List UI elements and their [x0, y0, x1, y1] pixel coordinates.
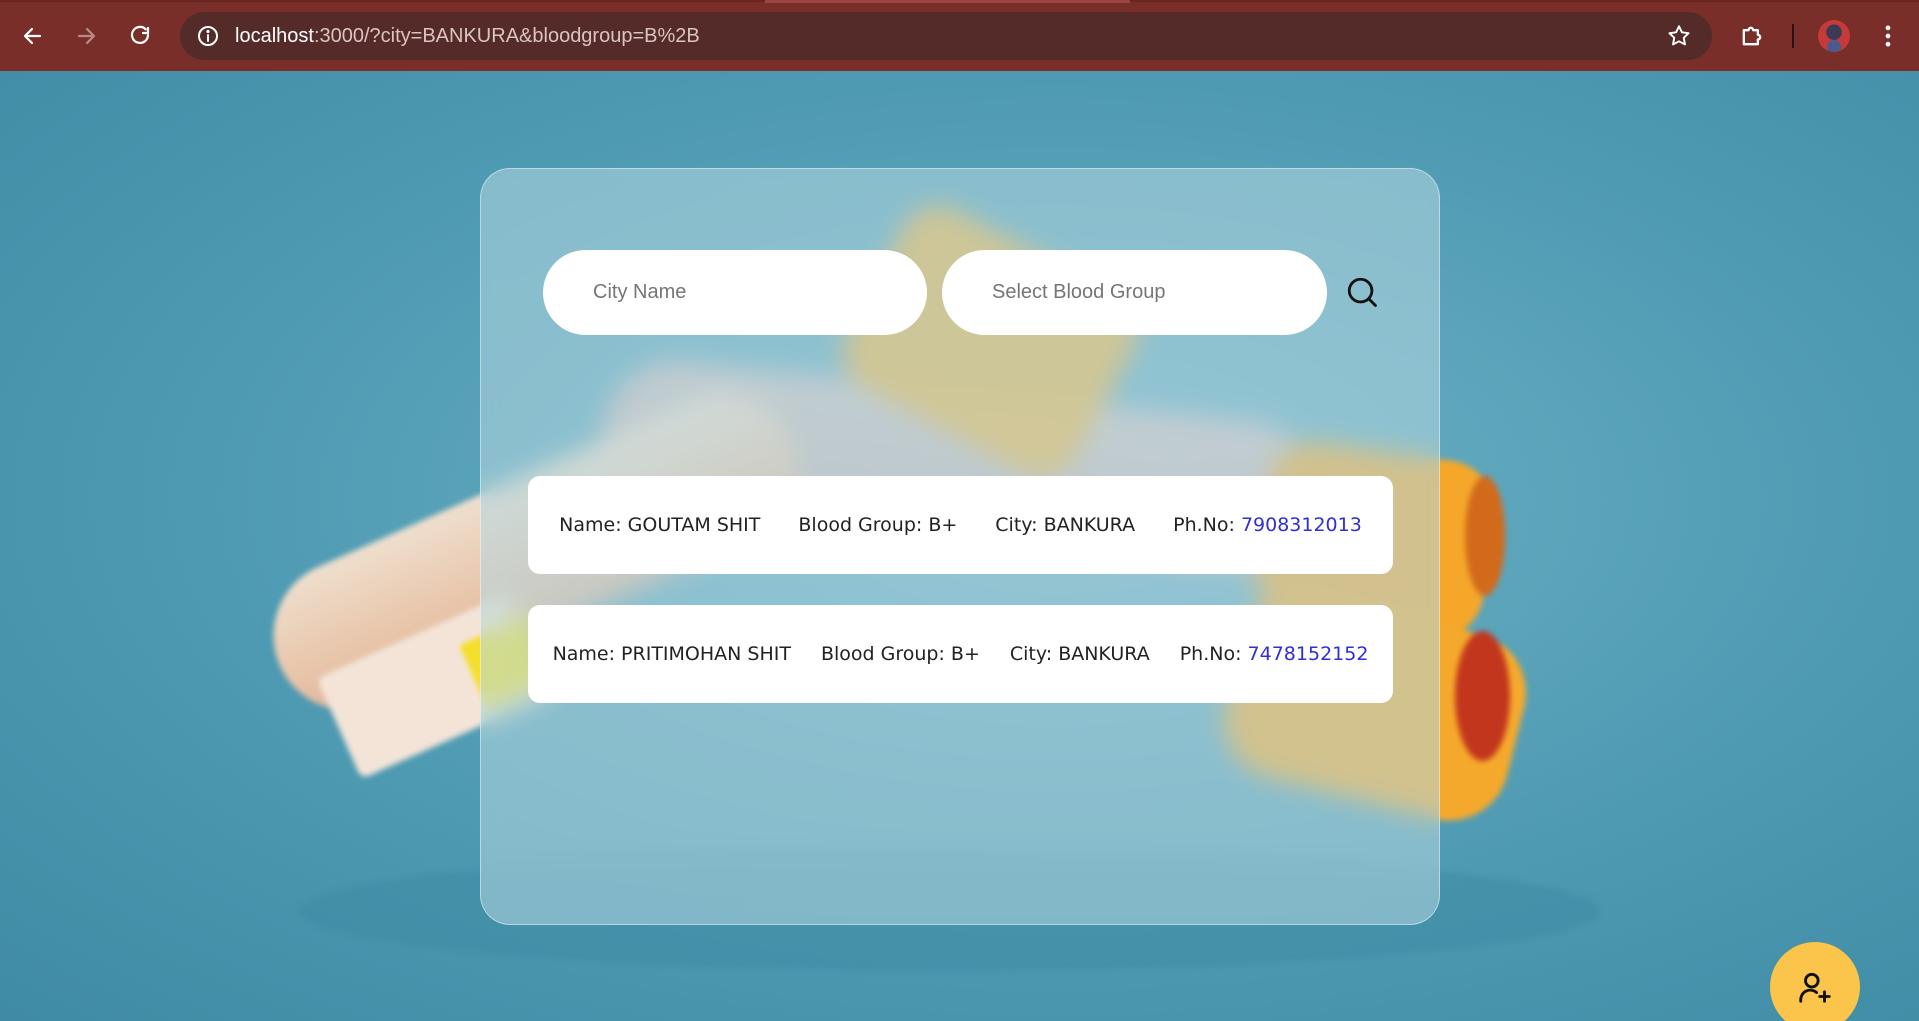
forward-button[interactable] — [68, 18, 104, 54]
search-panel: Select Blood Group Name: GOUTAM SHIT Blo… — [480, 168, 1440, 925]
blood-group-placeholder: Select Blood Group — [992, 281, 1166, 303]
donor-phone: Ph.No: 7908312013 — [1173, 514, 1362, 536]
url-host: localhost — [235, 25, 314, 47]
profile-avatar[interactable] — [1818, 20, 1850, 52]
toolbar-divider — [1792, 24, 1794, 48]
phone-link[interactable]: 7908312013 — [1241, 514, 1362, 536]
active-tab-indicator — [765, 0, 1130, 3]
blood-group-select[interactable]: Select Blood Group — [942, 250, 1327, 335]
browser-toolbar: localhost:3000/?city=BANKURA&bloodgroup=… — [0, 0, 1919, 71]
donor-phone: Ph.No: 7478152152 — [1180, 643, 1369, 665]
back-button[interactable] — [15, 18, 51, 54]
donor-name: Name: PRITIMOHAN SHIT — [552, 643, 791, 665]
puzzle-icon[interactable] — [1738, 22, 1766, 50]
url-path: :3000/?city=BANKURA&bloodgroup=B%2B — [313, 25, 700, 47]
city-input[interactable] — [543, 250, 927, 335]
donor-city: City: BANKURA — [995, 514, 1136, 536]
reload-button[interactable] — [122, 18, 158, 54]
donor-card: Name: GOUTAM SHIT Blood Group: B+ City: … — [528, 476, 1393, 574]
phone-prefix: Ph.No: — [1179, 643, 1248, 665]
search-form: Select Blood Group — [543, 250, 1403, 335]
phone-link[interactable]: 7478152152 — [1248, 643, 1369, 665]
search-icon — [1347, 277, 1377, 307]
donor-name: Name: GOUTAM SHIT — [559, 514, 761, 536]
star-icon[interactable] — [1666, 23, 1692, 49]
info-icon[interactable] — [196, 24, 220, 48]
donor-card: Name: PRITIMOHAN SHIT Blood Group: B+ Ci… — [528, 605, 1393, 703]
search-button[interactable] — [1342, 272, 1382, 312]
kebab-menu-icon[interactable] — [1874, 22, 1902, 50]
donor-blood-group: Blood Group: B+ — [820, 643, 980, 665]
user-plus-icon — [1799, 972, 1831, 1003]
donor-blood-group: Blood Group: B+ — [798, 514, 958, 536]
phone-prefix: Ph.No: — [1173, 514, 1241, 536]
reload-icon — [130, 25, 150, 44]
address-bar[interactable]: localhost:3000/?city=BANKURA&bloodgroup=… — [180, 12, 1712, 60]
arrow-left-icon — [23, 27, 42, 45]
url-text[interactable]: localhost:3000/?city=BANKURA&bloodgroup=… — [235, 24, 700, 48]
page-viewport: Select Blood Group Name: GOUTAM SHIT Blo… — [0, 71, 1919, 1021]
arrow-right-icon — [77, 27, 96, 45]
donor-city: City: BANKURA — [1009, 643, 1150, 665]
